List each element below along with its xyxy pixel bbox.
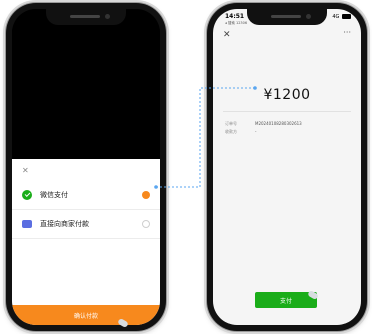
- payment-option-merchant[interactable]: 直接向商家付款: [12, 210, 160, 239]
- close-icon[interactable]: ✕: [223, 30, 231, 40]
- payment-option-wechat[interactable]: 微信支付: [12, 181, 160, 210]
- payment-amount: ¥1200: [263, 87, 311, 103]
- left-phone-screen: ✕ 微信支付 直接向商家付款 确认付款: [12, 9, 160, 325]
- confirm-pay-button[interactable]: 确认付款: [12, 305, 160, 325]
- payment-method-sheet: ✕ 微信支付 直接向商家付款 确认付款: [12, 159, 160, 325]
- status-time: 14:51: [225, 13, 245, 20]
- left-phone: ✕ 微信支付 直接向商家付款 确认付款: [6, 3, 166, 331]
- signal-label: 4G: [332, 14, 340, 20]
- wechat-pay-icon: [22, 190, 32, 200]
- order-number-label: 订单号: [225, 121, 237, 126]
- payee-value: -: [255, 129, 257, 134]
- right-phone: 14:51 ◂ 搜索 12306 4G ✕ ··· ¥1200 订单号 M202…: [207, 3, 367, 331]
- phone-notch: [247, 9, 327, 25]
- status-back-app[interactable]: ◂ 搜索 12306: [225, 21, 247, 26]
- radio-unselected[interactable]: [142, 220, 150, 228]
- payee-label: 收款方: [225, 129, 237, 134]
- payment-option-label: 微信支付: [40, 191, 68, 199]
- payee-row: 收款方 -: [225, 129, 256, 135]
- divider: [223, 111, 351, 112]
- dimmed-overlay[interactable]: [12, 9, 160, 159]
- order-number-row: 订单号 M20240108280302613: [225, 121, 302, 127]
- payment-option-label: 直接向商家付款: [40, 220, 89, 228]
- right-phone-screen: 14:51 ◂ 搜索 12306 4G ✕ ··· ¥1200 订单号 M202…: [213, 9, 361, 325]
- phone-notch: [46, 9, 126, 25]
- order-number-value: M20240108280302613: [255, 121, 302, 126]
- more-icon[interactable]: ···: [343, 28, 351, 37]
- status-indicators: 4G: [332, 14, 351, 20]
- radio-selected[interactable]: [142, 191, 150, 199]
- battery-icon: [342, 14, 351, 19]
- card-icon: [22, 220, 32, 228]
- close-icon[interactable]: ✕: [22, 167, 29, 175]
